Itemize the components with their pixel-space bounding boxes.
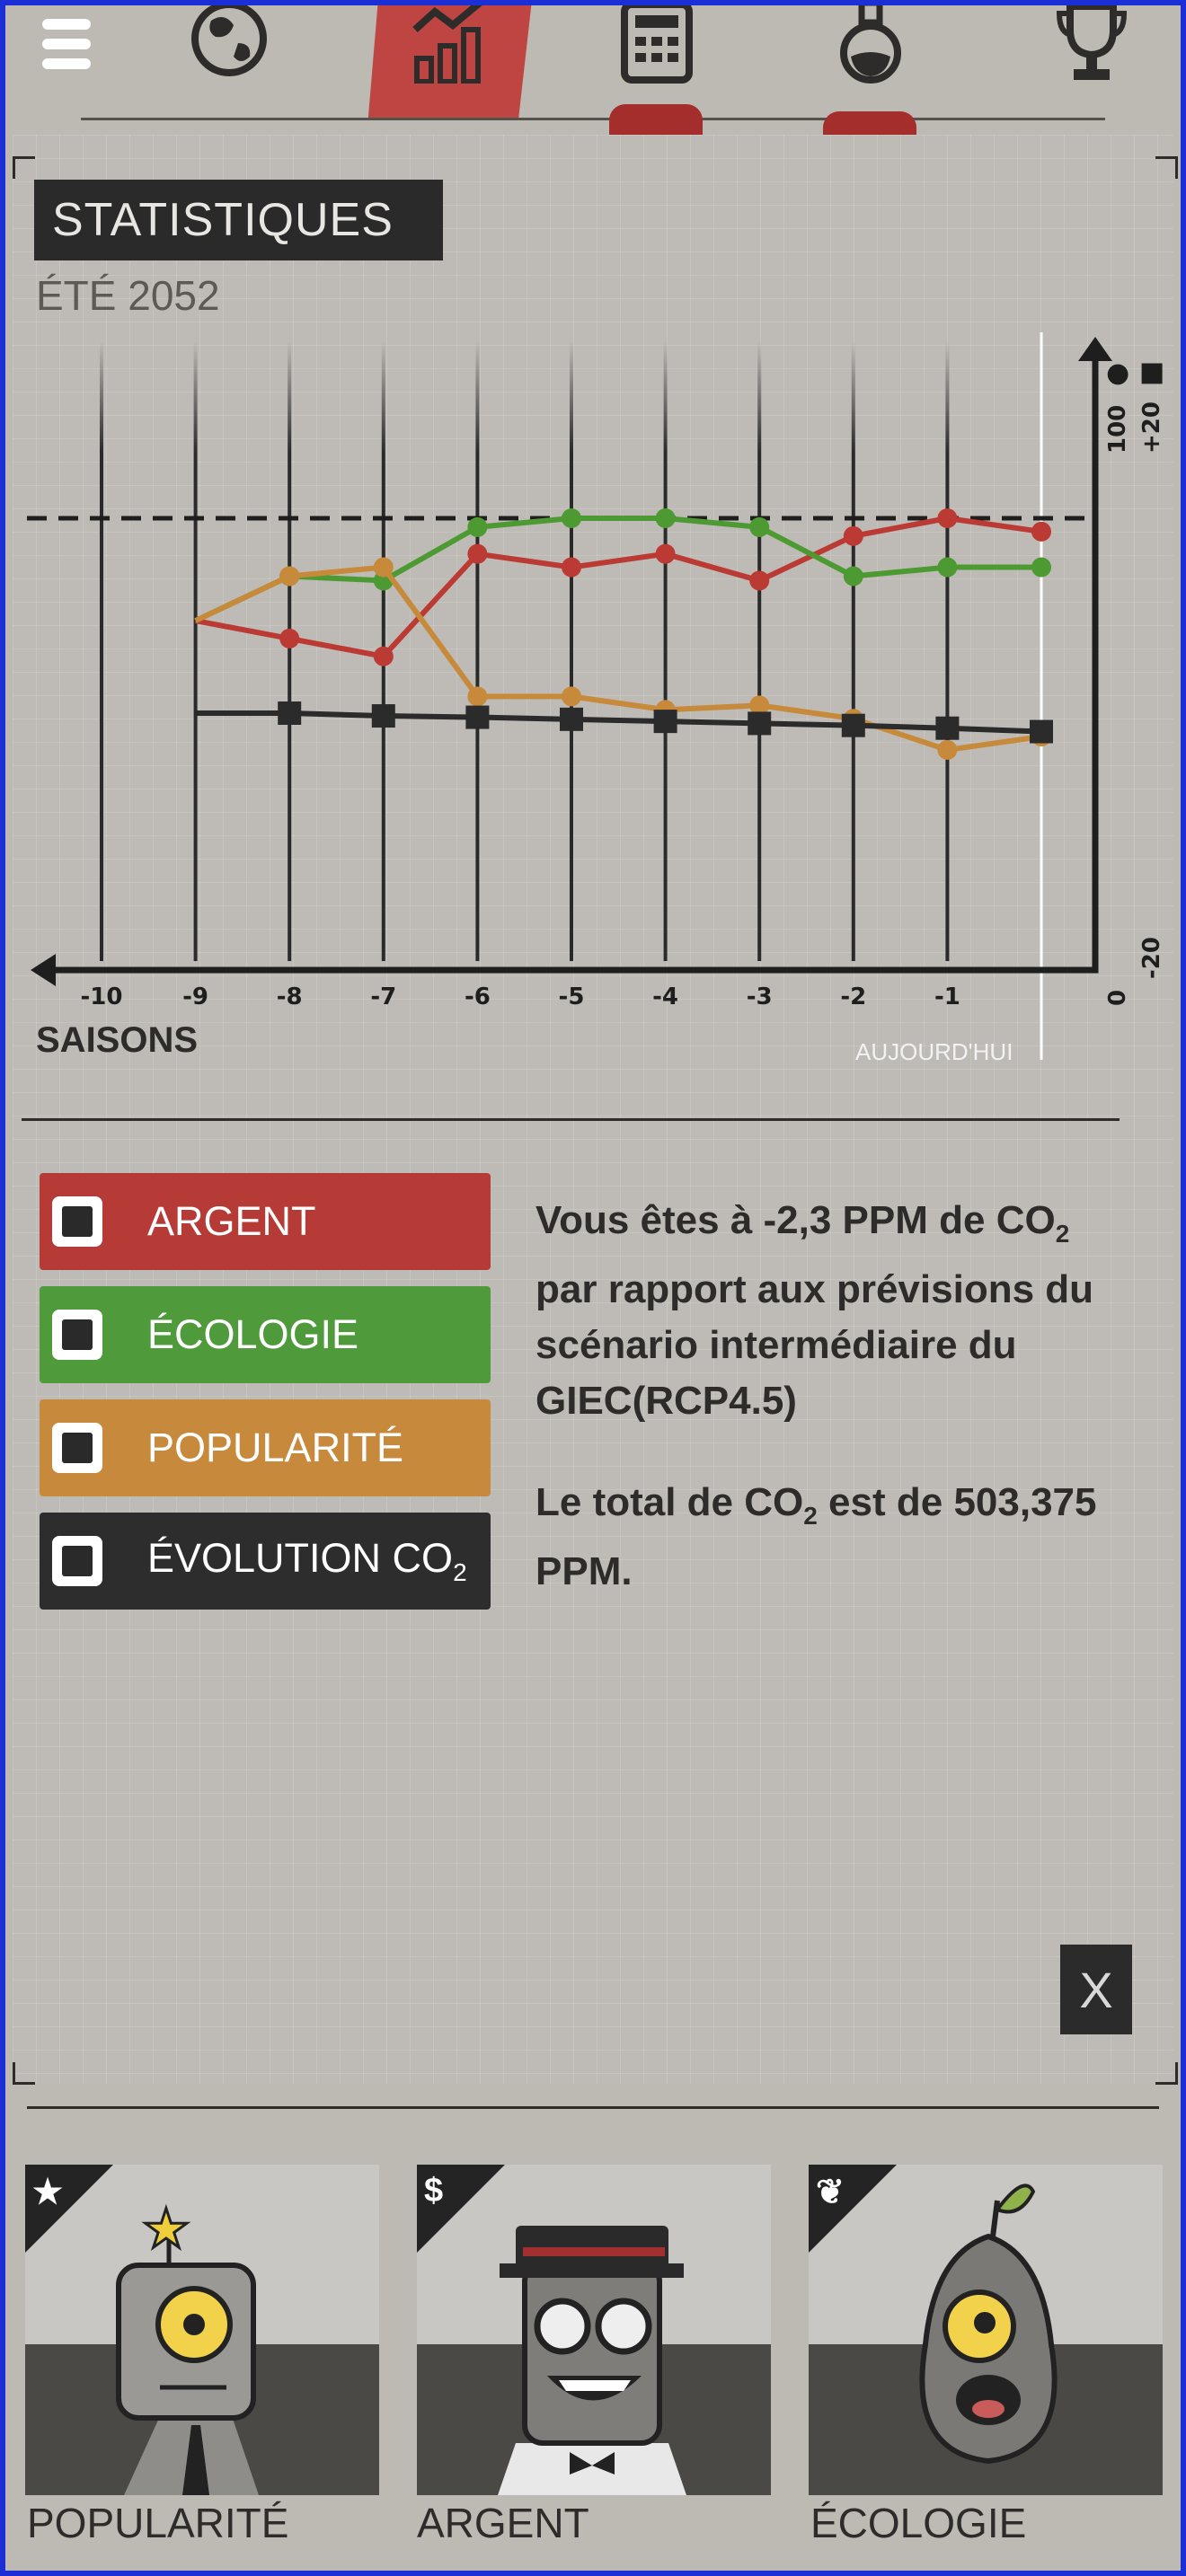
close-button[interactable]: X [1060,1945,1132,2034]
gridline [663,341,668,961]
data-point [843,525,863,546]
data-point [562,508,581,528]
data-point [843,566,863,587]
co2-total-text: Le total de CO2 est de 503,375 PPM. [535,1475,1111,1600]
legend-toggle-2[interactable]: POPULARITÉ [40,1399,491,1496]
legend-label: ÉVOLUTION CO2 [147,1535,467,1586]
statistics-chart: -10 -9 -8 -7 -6 -5 -4 -3 -2 -1 100 ● +20 ■ 0 -20 [27,332,1166,1060]
x-tick-label: -2 [840,984,866,1010]
data-point [467,543,488,564]
legend-toggle-1[interactable]: ÉCOLOGIE [40,1286,491,1383]
data-point [748,711,772,736]
data-point [841,713,865,737]
svg-text:★: ★ [142,2198,190,2261]
legend-label: ÉCOLOGIE [147,1311,359,1357]
data-point [467,516,488,537]
right-axis-top-label: +20 [1138,401,1165,454]
data-point [937,739,958,760]
legend-toggle-3[interactable]: ÉVOLUTION CO2 [40,1513,491,1610]
series-line [194,516,1041,623]
card-label-ecology: ÉCOLOGIE [810,2500,1027,2546]
data-point [373,557,394,578]
checkbox-icon[interactable] [52,1196,102,1247]
data-point [655,543,676,564]
data-point [1031,557,1051,578]
left-axis-top-label: 100 [1104,405,1131,454]
x-axis-title: SAISONS [36,1020,199,1060]
data-point [1031,521,1051,542]
co2-text-part: Vous êtes à -2,3 PPM de CO [535,1198,1056,1242]
co2-text-part: Le total de CO [535,1480,804,1524]
checkbox-icon[interactable] [52,1536,102,1586]
right-axis-bottom-label: -20 [1138,937,1165,979]
co2-subscript: 2 [1055,1219,1070,1248]
right-axis-marker: ■ [1135,361,1166,386]
data-point [655,508,676,528]
checkbox-icon[interactable] [52,1423,102,1473]
data-point [749,570,770,591]
advisor-card-money[interactable]: $ [417,2165,771,2495]
chart-axes [41,341,1099,974]
data-point [465,705,490,729]
series-line [195,516,1042,659]
y-axis-arrow [1078,337,1112,361]
card-label-money: ARGENT [417,2500,589,2546]
gridline [100,341,103,961]
gridline [475,341,480,961]
panel-corner [13,2062,35,2085]
x-tick-label: -5 [559,984,585,1010]
data-point [373,646,394,666]
data-point [749,516,770,537]
data-point [1030,719,1053,744]
data-point [562,557,581,578]
star-icon: ★ [32,2174,64,2211]
panel-corner [1155,2062,1178,2085]
x-tick-label: -6 [465,984,491,1010]
data-point [278,701,302,725]
gridline [193,341,198,961]
x-tick-label: -3 [747,984,773,1010]
gridline [570,341,573,961]
data-point [279,566,300,587]
legend-toggle-0[interactable]: ARGENT [40,1173,491,1270]
data-point [560,707,583,731]
checkbox-icon[interactable] [52,1310,102,1360]
x-tick-label: -4 [652,984,678,1010]
legend-label: ARGENT [147,1198,316,1244]
section-divider [22,1118,1120,1121]
data-point [653,710,677,734]
data-point [371,704,395,728]
today-label: AUJOURD'HUI [855,1038,1013,1065]
gridline [851,341,855,961]
data-point [937,557,958,578]
x-tick-label: -10 [81,984,123,1010]
x-tick-label: -9 [182,984,208,1010]
advisor-card-ecology[interactable]: ❦ [809,2165,1163,2495]
gridline [288,341,292,961]
gridline [945,341,950,961]
data-point [937,508,958,528]
left-axis-marker: ● [1101,363,1132,386]
data-point [467,686,488,707]
data-point [935,716,960,740]
co2-text-part: par rapport aux prévisions du scénario i… [535,1266,1094,1423]
bottom-divider [27,2106,1159,2109]
series-line [195,710,1042,735]
card-label-popularity: POPULARITÉ [27,2500,289,2546]
x-axis-arrow [31,954,56,986]
leaf-icon: ❦ [816,2174,845,2211]
x-tick-label: -8 [277,984,303,1010]
dollar-icon: $ [424,2172,444,2210]
left-axis-bottom-label: 0 [1104,990,1131,1006]
advisor-card-popularity[interactable]: ★ ★ [25,2165,379,2495]
gridline [757,341,762,961]
data-point [562,686,581,707]
data-point [279,628,300,648]
x-tick-label: -7 [370,984,396,1010]
x-tick-label: -1 [934,984,960,1010]
legend-label: POPULARITÉ [147,1425,404,1470]
co2-forecast-text: Vous êtes à -2,3 PPM de CO2 par rapport … [535,1193,1111,1429]
co2-subscript: 2 [803,1501,818,1530]
